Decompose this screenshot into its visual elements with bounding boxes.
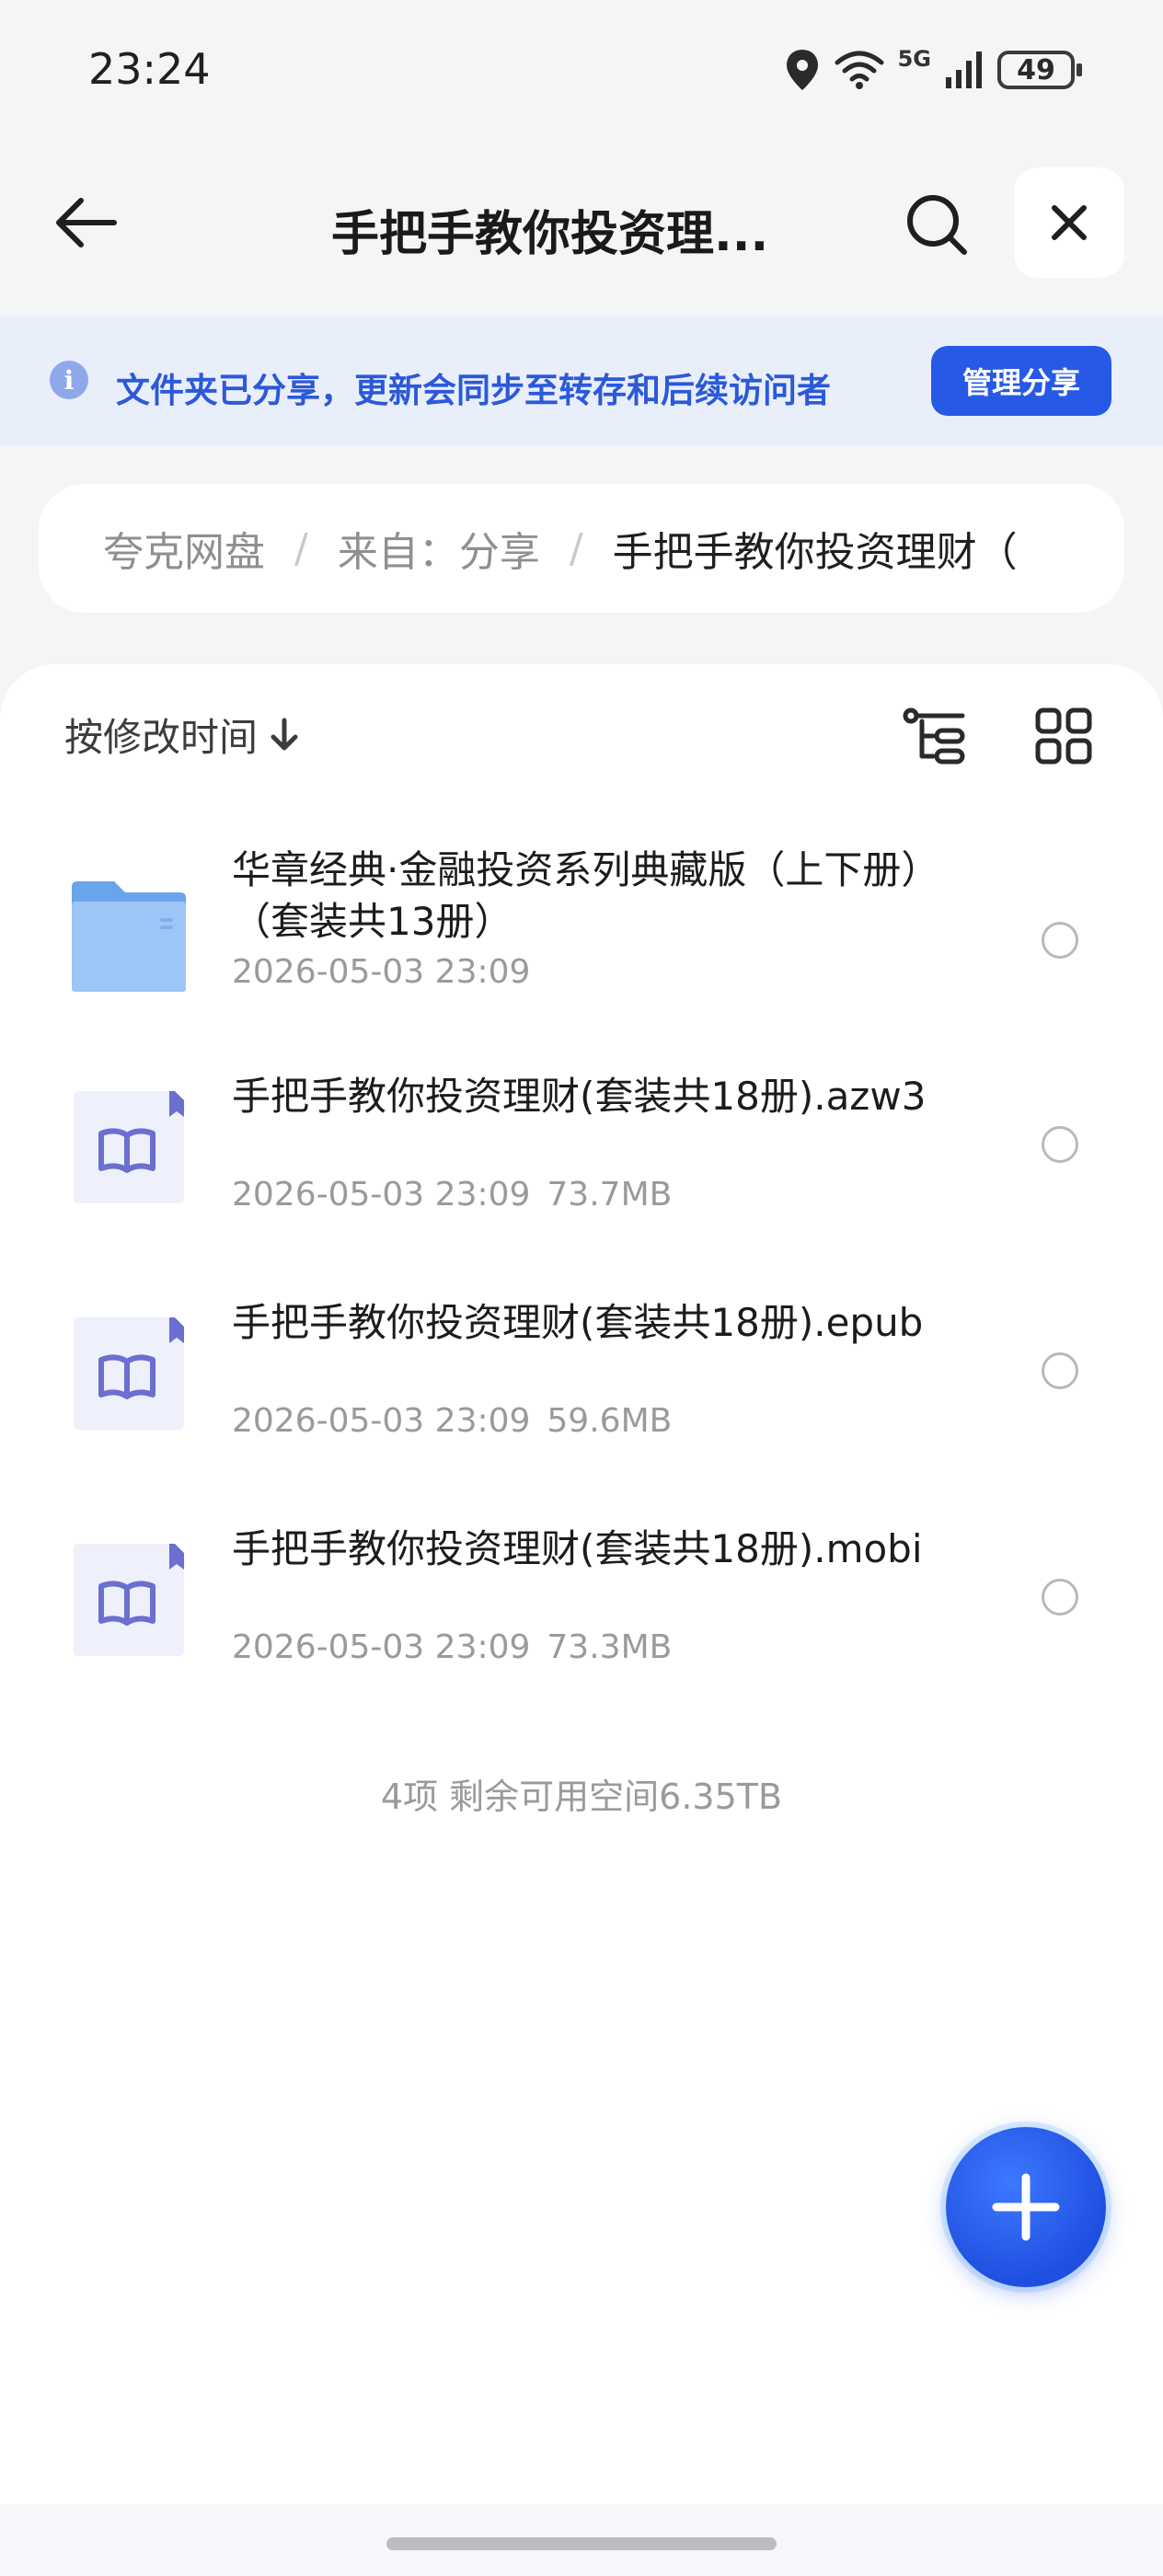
file-meta: 2026-05-03 23:09 xyxy=(232,953,530,991)
file-name: 华章经典·金融投资系列典藏版（上下册）（套装共13册） xyxy=(232,847,940,944)
file-select-checkbox[interactable] xyxy=(1042,1352,1078,1389)
file-row-mobi[interactable]: 手把手教你投资理财(套装共18册).mobi 2026-05-03 23:09 7… xyxy=(0,1524,1163,1726)
folder-icon xyxy=(72,881,186,992)
file-name: 手把手教你投资理财(套装共18册).mobi xyxy=(232,1526,923,1571)
file-row-folder[interactable]: 华章经典·金融投资系列典藏版（上下册）（套装共13册） 2026-05-03 2… xyxy=(0,845,1163,1047)
share-notice-text: 文件夹已分享，更新会同步至转存和后续访问者 xyxy=(116,371,831,410)
file-list-panel: 按修改时间 华章经典·金融投资系列典藏版（上下册）（套装共13册） 2026-0… xyxy=(0,664,1163,2576)
file-name: 手把手教你投资理财(套装共18册).epub xyxy=(232,1300,924,1345)
tree-view-icon xyxy=(903,707,965,765)
status-icons: 5G 49 xyxy=(784,46,1082,92)
file-meta: 2026-05-03 23:09 73.3MB xyxy=(232,1628,672,1666)
ebook-icon xyxy=(74,1091,184,1203)
breadcrumb-separator: / xyxy=(569,524,583,572)
close-icon xyxy=(1052,205,1087,240)
file-date: 2026-05-03 23:09 xyxy=(232,953,531,991)
file-select-checkbox[interactable] xyxy=(1042,922,1078,959)
breadcrumb-item-root[interactable]: 夸克网盘 xyxy=(103,519,265,578)
status-bar: 23:24 5G 49 xyxy=(0,0,1163,147)
file-name: 手把手教你投资理财(套装共18册).azw3 xyxy=(232,1074,927,1119)
home-indicator[interactable] xyxy=(386,2537,777,2550)
file-row-epub[interactable]: 手把手教你投资理财(套装共18册).epub 2026-05-03 23:09 5… xyxy=(0,1297,1163,1500)
app-screen: 23:24 5G 49 手把手教你投资理... i 文件夹已分享，更新会同步至转… xyxy=(0,0,1163,2576)
file-size: 73.7MB xyxy=(547,1176,673,1213)
grid-view-button[interactable] xyxy=(1029,701,1099,771)
search-button[interactable] xyxy=(898,186,975,263)
sort-label: 按修改时间 xyxy=(64,715,259,760)
battery-level: 49 xyxy=(1017,53,1055,86)
ebook-icon xyxy=(74,1317,184,1430)
system-nav-bar xyxy=(0,2504,1163,2576)
plus-icon xyxy=(992,2173,1060,2241)
file-row-azw3[interactable]: 手把手教你投资理财(套装共18册).azw3 2026-05-03 23:09 7… xyxy=(0,1071,1163,1273)
info-icon: i xyxy=(50,361,88,399)
location-icon xyxy=(786,50,818,90)
share-notice-banner: i 文件夹已分享，更新会同步至转存和后续访问者 管理分享 xyxy=(0,316,1163,445)
file-meta: 2026-05-03 23:09 73.7MB xyxy=(232,1176,672,1213)
network-type-label: 5G xyxy=(897,46,931,72)
file-size: 59.6MB xyxy=(547,1402,673,1440)
top-nav-header: 手把手教你投资理... xyxy=(0,158,1163,287)
status-time: 23:24 xyxy=(88,44,211,94)
file-size: 73.3MB xyxy=(547,1628,673,1666)
file-date: 2026-05-03 23:09 xyxy=(232,1402,531,1440)
file-meta: 2026-05-03 23:09 59.6MB xyxy=(232,1402,672,1440)
file-date: 2026-05-03 23:09 xyxy=(232,1628,531,1666)
page-title: 手把手教你投资理... xyxy=(331,207,769,262)
file-date: 2026-05-03 23:09 xyxy=(232,1176,531,1213)
breadcrumb-item-shared[interactable]: 来自：分享 xyxy=(338,519,540,578)
grid-view-icon xyxy=(1035,707,1092,765)
tree-view-button[interactable] xyxy=(900,701,970,771)
breadcrumb-item-current: 手把手教你投资理财（ xyxy=(612,529,1018,576)
ebook-icon xyxy=(74,1544,184,1656)
file-select-checkbox[interactable] xyxy=(1042,1126,1078,1163)
manage-share-button[interactable]: 管理分享 xyxy=(931,346,1111,416)
breadcrumb-separator: / xyxy=(294,524,308,572)
back-button[interactable] xyxy=(48,186,121,259)
search-icon xyxy=(907,195,967,255)
add-fab-button[interactable] xyxy=(946,2127,1106,2287)
storage-summary: 4项 剩余可用空间6.35TB xyxy=(380,1777,783,1817)
back-arrow-icon xyxy=(56,198,117,247)
sort-down-arrow-icon xyxy=(271,718,298,750)
battery-icon: 49 xyxy=(997,51,1082,89)
sort-by-modified-button[interactable]: 按修改时间 xyxy=(64,707,300,763)
close-button[interactable] xyxy=(1014,167,1124,278)
wifi-icon xyxy=(835,51,884,89)
breadcrumb: 夸克网盘 / 来自：分享 / 手把手教你投资理财（ xyxy=(39,484,1124,613)
signal-icon xyxy=(946,52,982,88)
file-select-checkbox[interactable] xyxy=(1042,1579,1078,1616)
